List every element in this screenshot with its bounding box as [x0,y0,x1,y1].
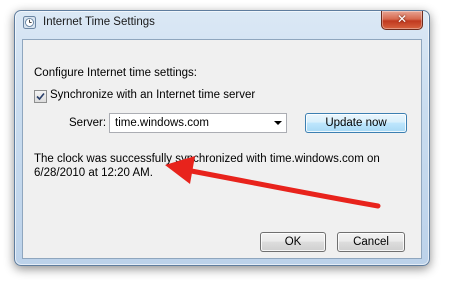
update-now-button[interactable]: Update now [305,113,407,133]
chevron-down-icon[interactable] [274,121,282,125]
server-dropdown-value: time.windows.com [115,117,209,129]
server-dropdown[interactable]: time.windows.com [109,113,287,133]
dialog-content: Configure Internet time settings: Synchr… [22,39,422,259]
configure-heading: Configure Internet time settings: [34,67,197,79]
checkmark-icon [36,92,45,101]
internet-time-settings-dialog: Internet Time Settings ✕ Configure Inter… [14,10,430,266]
status-text-line2: 6/28/2010 at 12:20 AM. [34,167,153,179]
close-icon: ✕ [396,12,408,26]
server-label: Server: [69,117,107,129]
window-title: Internet Time Settings [43,16,155,28]
status-text-line1: The clock was successfully synchronized … [34,153,380,165]
close-button[interactable]: ✕ [381,11,423,30]
sync-checkbox-label[interactable]: Synchronize with an Internet time server [50,89,255,101]
title-bar[interactable]: Internet Time Settings ✕ [15,11,429,35]
clock-icon [23,16,36,29]
sync-checkbox[interactable] [34,90,47,103]
ok-button[interactable]: OK [260,232,326,252]
cancel-button[interactable]: Cancel [337,232,405,252]
